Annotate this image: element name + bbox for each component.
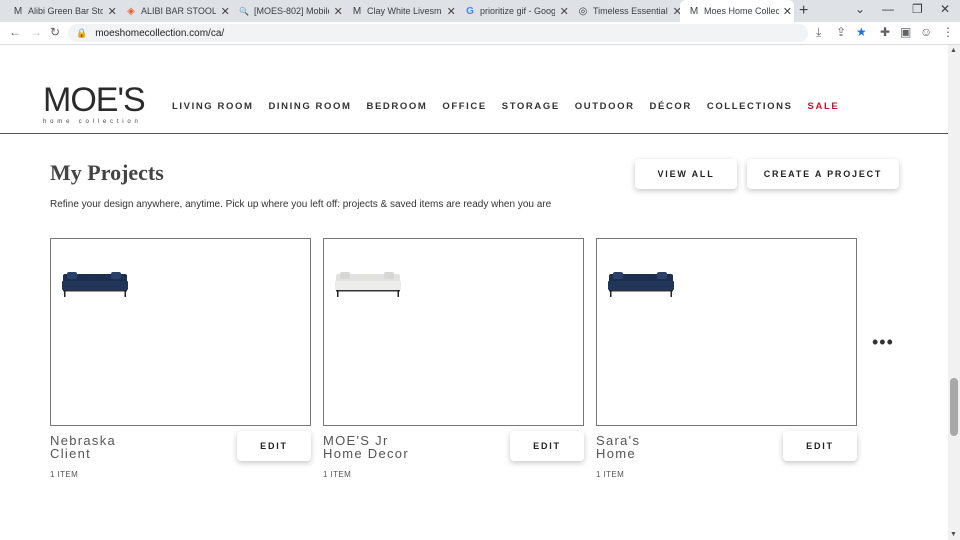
tab-search-chevron-icon[interactable]: ⌄ bbox=[855, 2, 865, 16]
back-arrow-icon[interactable]: ← bbox=[9, 25, 21, 39]
page-subtitle: Refine your design anywhere, anytime. Pi… bbox=[50, 199, 552, 210]
project-name-line: Client bbox=[50, 446, 92, 461]
edit-project-button[interactable]: EDIT bbox=[237, 431, 311, 461]
tab-title: Timeless Essentials. bbox=[593, 6, 669, 16]
project-card[interactable] bbox=[596, 238, 857, 426]
tab-favicon-icon: G bbox=[466, 5, 474, 17]
logo-subtitle: home collection bbox=[43, 119, 142, 125]
tab-favicon-icon: 🔍 bbox=[239, 6, 249, 16]
browser-tab[interactable]: M Alibi Green Bar Stool ✕ bbox=[4, 0, 119, 22]
browser-tab[interactable]: G prioritize gif - Googl ✕ bbox=[456, 0, 571, 22]
edit-project-button[interactable]: EDIT bbox=[510, 431, 584, 461]
browser-menu-icon[interactable]: ⋮ bbox=[942, 25, 954, 39]
nav-item-dining-room[interactable]: DINING ROOM bbox=[268, 101, 351, 112]
project-name: Sara's Home bbox=[596, 434, 716, 460]
tab-title: prioritize gif - Googl bbox=[480, 6, 556, 16]
nav-item-collections[interactable]: COLLECTIONS bbox=[707, 101, 793, 112]
tab-favicon-icon: ◎ bbox=[578, 5, 588, 17]
restore-icon[interactable]: ❐ bbox=[912, 2, 923, 16]
project-item-count: 1 ITEM bbox=[50, 470, 79, 479]
share-icon[interactable]: ⇪ bbox=[836, 25, 846, 39]
bookmark-star-icon[interactable]: ★ bbox=[856, 25, 867, 39]
scroll-down-arrow-icon[interactable]: ▼ bbox=[950, 531, 957, 538]
address-bar: ← → ↻ 🔒 moeshomecollection.com/ca/ ⤓ ⇪ ★… bbox=[0, 22, 960, 45]
view-all-button[interactable]: VIEW ALL bbox=[635, 159, 737, 189]
new-tab-icon[interactable]: + bbox=[799, 2, 808, 20]
browser-tab-active[interactable]: M Moes Home Collectio ✕ bbox=[680, 0, 794, 22]
sofa-thumbnail-navy bbox=[608, 272, 674, 297]
project-name: MOE'S Jr Home Decor bbox=[323, 434, 443, 460]
tab-favicon-icon: M bbox=[352, 5, 362, 17]
browser-tab[interactable]: M Clay White Livesmart ✕ bbox=[343, 0, 458, 22]
nav-item-decor[interactable]: DÉCOR bbox=[650, 101, 692, 112]
site-logo[interactable]: MOE'S home collection bbox=[43, 81, 146, 125]
reload-icon[interactable]: ↻ bbox=[50, 25, 60, 39]
tab-title: ALIBI BAR STOOL- SE bbox=[141, 6, 217, 16]
tab-title: [MOES-802] Mobile bbox=[254, 6, 330, 16]
forward-arrow-icon[interactable]: → bbox=[30, 25, 42, 39]
side-panel-icon[interactable]: ▣ bbox=[900, 25, 911, 39]
close-window-icon[interactable]: ✕ bbox=[940, 2, 950, 16]
install-app-icon[interactable]: ⤓ bbox=[816, 25, 821, 40]
project-item-count: 1 ITEM bbox=[323, 470, 352, 479]
nav-item-living-room[interactable]: LIVING ROOM bbox=[172, 101, 253, 112]
extensions-puzzle-icon[interactable]: ✚ bbox=[880, 25, 890, 39]
tab-favicon-icon: M bbox=[13, 5, 23, 17]
tab-close-icon[interactable]: ✕ bbox=[781, 5, 794, 18]
browser-tab[interactable]: ◈ ALIBI BAR STOOL- SE ✕ bbox=[117, 0, 232, 22]
nav-item-outdoor[interactable]: OUTDOOR bbox=[575, 101, 635, 112]
sofa-thumbnail-navy bbox=[62, 272, 128, 297]
page-content: MOE'S home collection LIVING ROOM DINING… bbox=[0, 45, 948, 540]
logo-wordmark: MOE'S bbox=[43, 81, 146, 119]
project-name-line: Home Decor bbox=[323, 446, 409, 461]
url-field[interactable]: 🔒 moeshomecollection.com/ca/ bbox=[68, 24, 808, 42]
sofa-thumbnail-white bbox=[335, 272, 401, 297]
lock-icon: 🔒 bbox=[76, 27, 88, 38]
browser-tab[interactable]: ◎ Timeless Essentials. ✕ bbox=[569, 0, 684, 22]
url-text: moeshomecollection.com/ca/ bbox=[95, 27, 225, 39]
nav-item-bedroom[interactable]: BEDROOM bbox=[367, 101, 428, 112]
nav-item-sale[interactable]: SALE bbox=[808, 101, 840, 112]
nav-item-storage[interactable]: STORAGE bbox=[502, 101, 560, 112]
tab-bar: M Alibi Green Bar Stool ✕ ◈ ALIBI BAR ST… bbox=[0, 0, 960, 22]
project-item-count: 1 ITEM bbox=[596, 470, 625, 479]
minimize-icon[interactable]: — bbox=[882, 2, 894, 16]
page-title: My Projects bbox=[50, 160, 164, 185]
tab-title: Clay White Livesmart bbox=[367, 6, 442, 16]
scroll-up-arrow-icon[interactable]: ▲ bbox=[950, 47, 957, 54]
nav-divider bbox=[0, 133, 948, 134]
nav-item-office[interactable]: OFFICE bbox=[442, 101, 486, 112]
edit-project-button[interactable]: EDIT bbox=[783, 431, 857, 461]
main-nav: LIVING ROOM DINING ROOM BEDROOM OFFICE S… bbox=[172, 101, 854, 112]
tab-title: Alibi Green Bar Stool bbox=[28, 6, 104, 16]
profile-avatar-icon[interactable]: ☺ bbox=[920, 25, 932, 39]
project-name: Nebraska Client bbox=[50, 434, 170, 460]
scrollbar-thumb[interactable] bbox=[950, 378, 958, 436]
project-name-line: Home bbox=[596, 446, 636, 461]
project-card[interactable] bbox=[323, 238, 584, 426]
tab-title: Moes Home Collectio bbox=[704, 6, 779, 16]
create-project-button[interactable]: CREATE A PROJECT bbox=[747, 159, 899, 189]
tab-favicon-icon: M bbox=[689, 5, 699, 17]
ellipsis-icon[interactable]: ••• bbox=[872, 332, 894, 353]
project-card[interactable] bbox=[50, 238, 311, 426]
page-scrollbar[interactable]: ▲ ▼ bbox=[948, 45, 960, 540]
browser-tab[interactable]: 🔍 [MOES-802] Mobile ✕ bbox=[230, 0, 345, 22]
tab-favicon-icon: ◈ bbox=[127, 5, 135, 17]
